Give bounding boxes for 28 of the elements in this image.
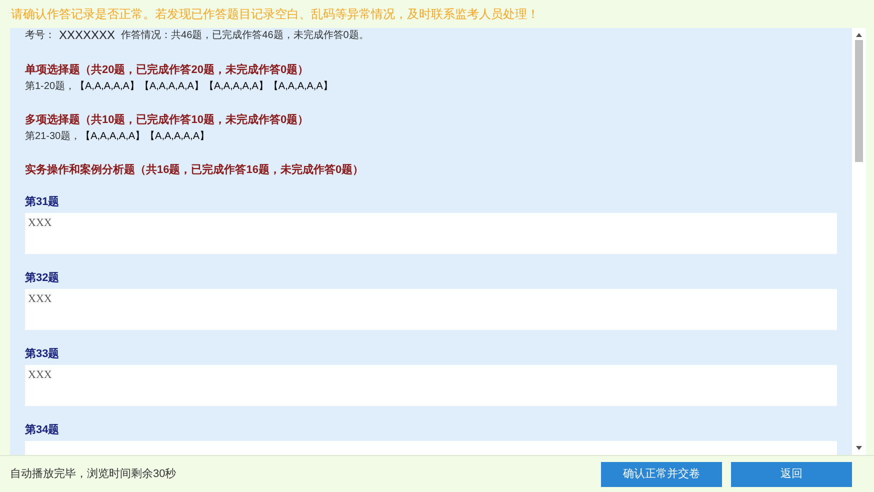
question-range: 第21-30题， (25, 130, 81, 144)
answer-status: 作答情况：共46题，已完成作答46题，未完成作答0题。 (121, 28, 369, 42)
answer-box: XXX (25, 365, 837, 406)
section-title: 单项选择题（共20题，已完成作答20题，未完成作答0题） (25, 62, 309, 78)
question-label: 第33题 (25, 347, 60, 361)
answer-box: XXX (25, 289, 837, 330)
answer-group: 【A,A,A,A,A】 (145, 129, 210, 145)
question-label: 第32题 (25, 271, 60, 285)
exam-number: XXXXXXX (59, 28, 116, 44)
answer-group: 【A,A,A,A,A】 (80, 129, 146, 145)
timer-message: 自动播放完毕，浏览时间剩余30秒 (10, 466, 178, 482)
question-label: 第31题 (25, 195, 60, 209)
exam-number-label: 考号： (25, 28, 55, 42)
answer-box: XXX (25, 213, 837, 254)
action-button[interactable]: 返回 (731, 462, 852, 486)
answer-group: 【A,A,A,A,A】 (204, 79, 268, 95)
answer-group: 【A,A,A,A,A】 (75, 79, 140, 95)
notice-text: 请确认作答记录是否正常。若发现已作答题目记录空白、乱码等异常情况，及时联系监考人员处理！ (11, 6, 539, 23)
scroll-down-icon[interactable] (855, 444, 863, 452)
scrollbar[interactable] (852, 28, 866, 455)
answer-group: 【A,A,A,A,A】 (268, 79, 333, 95)
action-button[interactable]: 确认正常并交卷 (601, 462, 722, 486)
section-title: 实务操作和案例分析题（共16题，已完成作答16题，未完成作答0题） (25, 162, 364, 178)
section-title: 多项选择题（共10题，已完成作答10题，未完成作答0题） (25, 112, 309, 128)
question-label: 第34题 (25, 423, 60, 437)
answer-group: 【A,A,A,A,A】 (139, 79, 204, 95)
question-range: 第1-20题， (25, 80, 76, 94)
scrollbar-thumb[interactable] (855, 40, 863, 162)
